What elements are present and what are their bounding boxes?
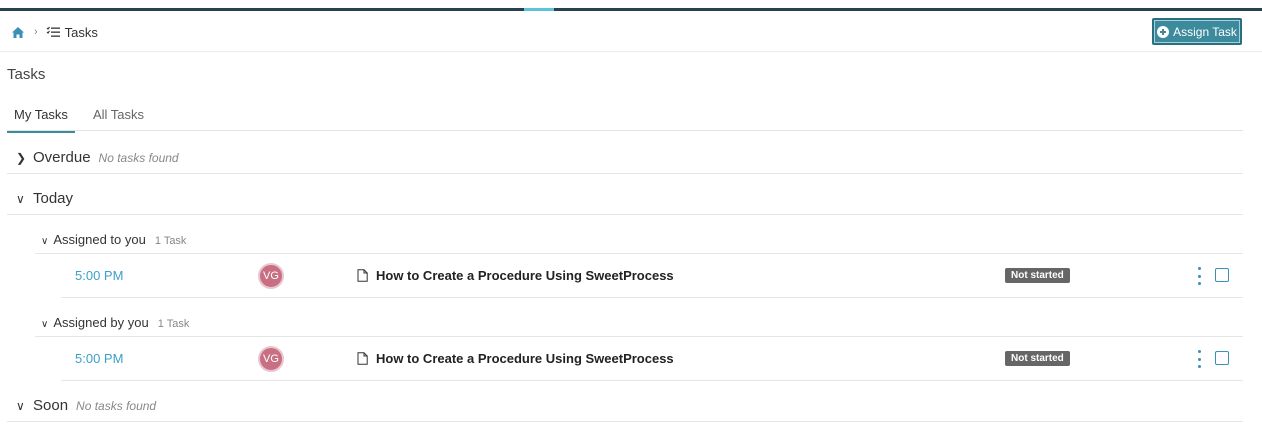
subsection-name: Assigned to you xyxy=(53,232,146,247)
subsection-assigned-to-you[interactable]: ∨ Assigned to you 1 Task xyxy=(41,232,186,247)
page-title: Tasks xyxy=(7,66,46,83)
plus-circle-icon xyxy=(1157,25,1170,38)
task-time[interactable]: 5:00 PM xyxy=(75,351,123,366)
assign-task-label: Assign Task xyxy=(1173,24,1237,39)
empty-message: No tasks found xyxy=(76,399,157,413)
divider xyxy=(7,214,1243,215)
more-options-icon[interactable] xyxy=(1196,350,1202,368)
chevron-right-icon: ❯ xyxy=(16,151,27,165)
subsection-name: Assigned by you xyxy=(53,315,149,330)
divider xyxy=(61,297,1243,298)
tabs-divider xyxy=(7,130,1243,131)
list-check-icon xyxy=(46,26,60,37)
task-title-link[interactable]: How to Create a Procedure Using SweetPro… xyxy=(357,268,674,283)
top-progress-bar xyxy=(0,8,1262,11)
document-icon xyxy=(357,269,368,282)
breadcrumb: › Tasks xyxy=(11,22,98,42)
chevron-down-icon: ∨ xyxy=(41,319,49,330)
complete-checkbox[interactable] xyxy=(1215,351,1229,365)
task-title-link[interactable]: How to Create a Procedure Using SweetPro… xyxy=(357,351,674,366)
chevron-down-icon: ∨ xyxy=(16,399,25,413)
task-count: 1 Task xyxy=(154,235,187,247)
chevron-down-icon: ∨ xyxy=(16,192,25,206)
divider xyxy=(61,380,1243,381)
divider xyxy=(7,421,1243,422)
home-icon[interactable] xyxy=(11,26,25,39)
assign-task-button[interactable]: Assign Task xyxy=(1152,18,1242,45)
task-title: How to Create a Procedure Using SweetPro… xyxy=(376,268,674,283)
task-row[interactable]: 5:00 PM VG How to Create a Procedure Usi… xyxy=(61,337,1243,381)
chevron-down-icon: ∨ xyxy=(41,236,49,247)
divider xyxy=(7,173,1243,174)
task-count: 1 Task xyxy=(157,318,190,330)
section-name: Soon xyxy=(33,397,69,414)
task-title: How to Create a Procedure Using SweetPro… xyxy=(376,351,674,366)
task-time[interactable]: 5:00 PM xyxy=(75,268,123,283)
task-row[interactable]: 5:00 PM VG How to Create a Procedure Usi… xyxy=(61,254,1243,298)
tabs: My Tasks All Tasks xyxy=(7,107,162,133)
tab-my-tasks[interactable]: My Tasks xyxy=(7,107,75,133)
document-icon xyxy=(357,352,368,365)
more-options-icon[interactable] xyxy=(1196,267,1202,285)
progress-highlight xyxy=(524,8,554,11)
breadcrumb-current[interactable]: Tasks xyxy=(65,25,98,40)
section-today[interactable]: ∨ Today xyxy=(16,190,73,207)
empty-message: No tasks found xyxy=(98,151,179,165)
section-overdue[interactable]: ❯ Overdue No tasks found xyxy=(16,149,179,166)
section-soon[interactable]: ∨ Soon No tasks found xyxy=(16,397,156,414)
section-name: Overdue xyxy=(33,149,91,166)
breadcrumb-separator-icon: › xyxy=(34,26,38,38)
section-name: Today xyxy=(33,190,74,207)
tab-all-tasks[interactable]: All Tasks xyxy=(86,107,151,127)
header-divider xyxy=(0,51,1262,52)
status-badge: Not started xyxy=(1005,268,1070,283)
status-badge: Not started xyxy=(1005,351,1070,366)
avatar: VG xyxy=(258,263,284,289)
complete-checkbox[interactable] xyxy=(1215,268,1229,282)
avatar: VG xyxy=(258,346,284,372)
subsection-assigned-by-you[interactable]: ∨ Assigned by you 1 Task xyxy=(41,315,189,330)
